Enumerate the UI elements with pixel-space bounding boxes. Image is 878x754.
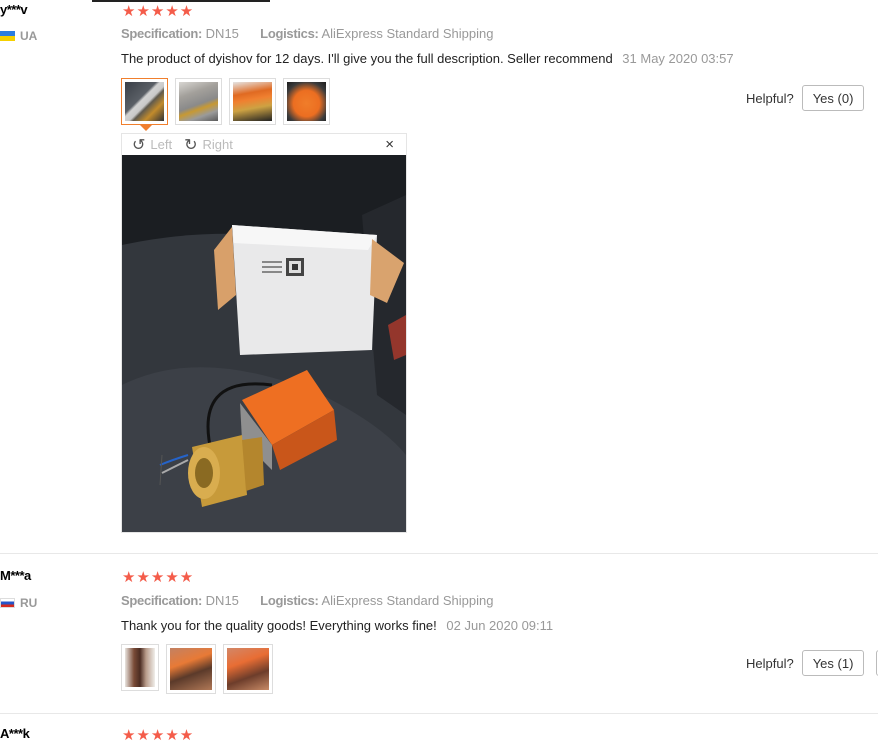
review-text: Thank you for the quality goods! Everyth… — [121, 618, 437, 633]
review-item: y***v UA ★★★★★ Specification: DN15 Logis… — [0, 0, 878, 552]
flag-ua-icon — [0, 31, 15, 41]
reviewer-country: RU — [0, 596, 37, 610]
review-item: A***k ★★★★★ — [0, 713, 878, 754]
rotate-left-label[interactable]: Left — [150, 137, 172, 152]
review-meta: Specification: DN15 Logistics: AliExpres… — [121, 593, 493, 608]
helpful-section: Helpful? Yes (1) — [746, 650, 865, 676]
review-photo-large — [122, 155, 406, 532]
reviewer-name: A***k — [0, 726, 30, 741]
review-thumbnails — [121, 78, 330, 131]
helpful-yes-button[interactable]: Yes (0) — [801, 85, 865, 111]
rotate-left-icon[interactable]: ↺ — [132, 135, 145, 155]
review-item: M***a RU ★★★★★ Specification: DN15 Logis… — [0, 553, 878, 714]
review-thumbnail[interactable] — [223, 644, 273, 694]
review-thumbnails — [121, 644, 273, 694]
review-thumbnail[interactable] — [175, 78, 222, 125]
review-thumbnail[interactable] — [229, 78, 276, 125]
reviewer-name: M***a — [0, 568, 31, 583]
spec-value: DN15 — [205, 593, 239, 608]
review-content: Thank you for the quality goods! Everyth… — [121, 618, 553, 633]
review-date: 31 May 2020 03:57 — [622, 51, 734, 66]
image-viewer-toolbar: ↺ Left ↻ Right × — [122, 134, 406, 155]
country-code: UA — [20, 29, 38, 43]
spec-label: Specification: — [121, 593, 203, 608]
helpful-yes-button[interactable]: Yes (1) — [801, 650, 865, 676]
helpful-label: Helpful? — [746, 655, 794, 671]
review-meta: Specification: DN15 Logistics: AliExpres… — [121, 26, 493, 41]
helpful-section: Helpful? Yes (0) — [746, 85, 865, 111]
image-viewer: ↺ Left ↻ Right × — [121, 133, 407, 533]
review-thumbnail[interactable] — [283, 78, 330, 125]
reviewer-name: y***v — [0, 2, 28, 17]
spec-value: DN15 — [205, 26, 239, 41]
rotate-right-icon[interactable]: ↻ — [184, 135, 197, 155]
helpful-label: Helpful? — [746, 90, 794, 106]
review-text: The product of dyishov for 12 days. I'll… — [121, 51, 613, 66]
logistics-label: Logistics: — [260, 593, 319, 608]
star-rating: ★★★★★ — [122, 727, 195, 744]
logistics-value: AliExpress Standard Shipping — [321, 26, 494, 41]
star-rating: ★★★★★ — [122, 3, 195, 20]
review-thumbnail[interactable] — [121, 78, 168, 131]
review-content: The product of dyishov for 12 days. I'll… — [121, 51, 734, 66]
logistics-label: Logistics: — [260, 26, 319, 41]
review-thumbnail[interactable] — [121, 644, 159, 691]
rotate-right-label[interactable]: Right — [203, 137, 233, 152]
logistics-value: AliExpress Standard Shipping — [321, 593, 494, 608]
star-rating: ★★★★★ — [122, 569, 195, 586]
review-thumbnail[interactable] — [166, 644, 216, 694]
close-icon[interactable]: × — [385, 136, 394, 153]
flag-ru-icon — [0, 598, 15, 608]
review-date: 02 Jun 2020 09:11 — [446, 618, 554, 633]
spec-label: Specification: — [121, 26, 203, 41]
reviewer-country: UA — [0, 29, 37, 43]
country-code: RU — [20, 596, 38, 610]
